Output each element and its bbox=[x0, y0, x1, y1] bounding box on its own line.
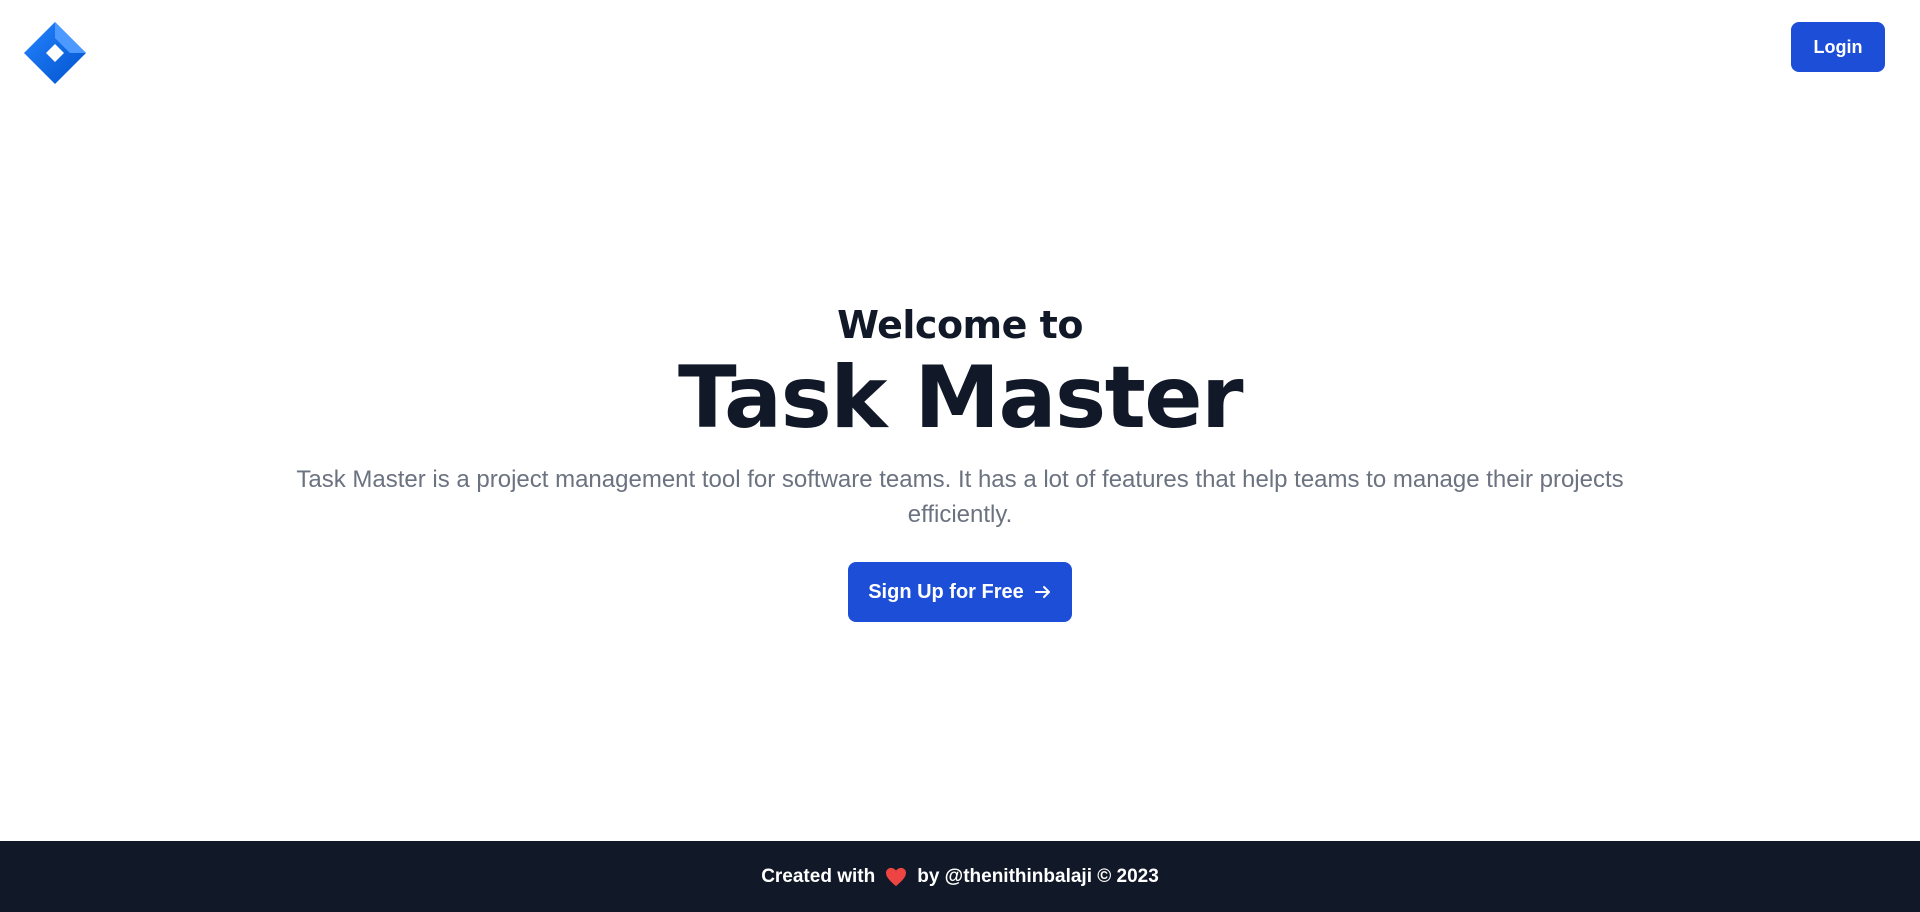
footer: Created with by @thenithinbalaji © 2023 bbox=[0, 841, 1920, 912]
page-title: Task Master bbox=[677, 348, 1244, 448]
signup-button[interactable]: Sign Up for Free bbox=[848, 562, 1072, 622]
footer-credit: by @thenithinbalaji © 2023 bbox=[917, 865, 1159, 887]
arrow-right-icon bbox=[1034, 586, 1050, 598]
hero-description: Task Master is a project management tool… bbox=[296, 466, 1624, 528]
signup-button-label: Sign Up for Free bbox=[868, 580, 1024, 603]
hero-section: Welcome to Task Master Task Master is a … bbox=[0, 300, 1920, 622]
login-button[interactable]: Login bbox=[1791, 22, 1885, 72]
footer-prefix: Created with bbox=[761, 865, 876, 887]
welcome-heading: Welcome to bbox=[837, 303, 1083, 347]
top-nav: Login bbox=[0, 0, 1920, 100]
heart-icon bbox=[886, 867, 907, 886]
diamond-logo-icon[interactable] bbox=[24, 22, 86, 84]
